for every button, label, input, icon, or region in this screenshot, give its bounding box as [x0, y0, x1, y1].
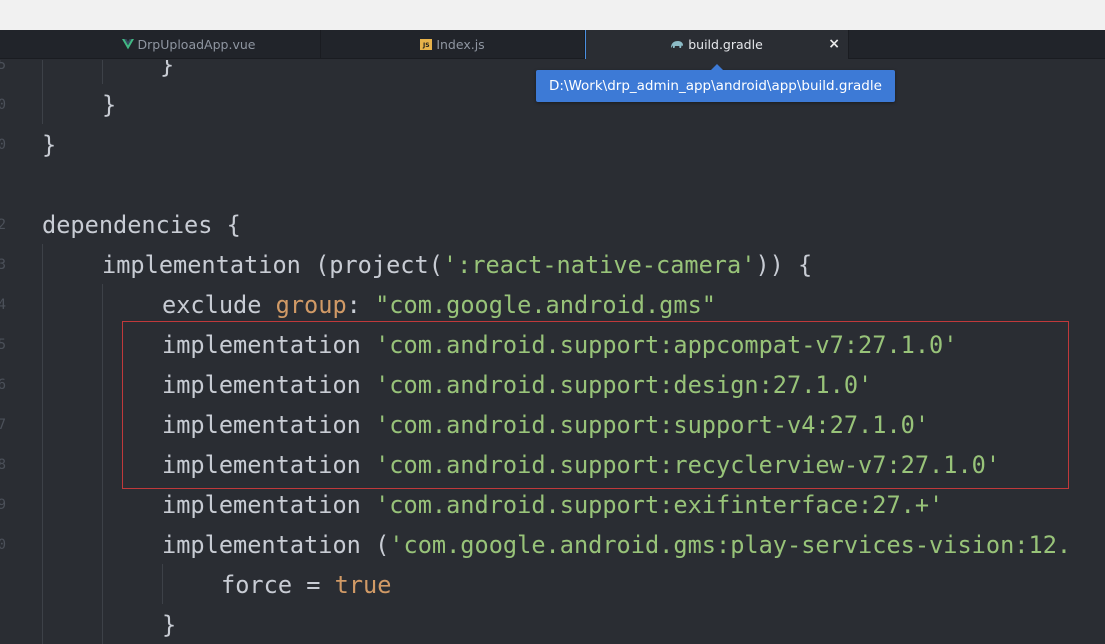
- line-number: 9: [0, 497, 6, 513]
- tab-drpuploadapp-vue[interactable]: DrpUploadApp.vue: [57, 30, 321, 59]
- tab-label: Index.js: [436, 37, 485, 52]
- js-file-icon: JS: [420, 39, 433, 50]
- file-path-tooltip: D:\Work\drp_admin_app\android\app\build.…: [536, 64, 895, 102]
- line-number: 0: [0, 537, 6, 553]
- window-top-bar: [0, 0, 1105, 30]
- line-number: 8: [0, 457, 6, 473]
- tab-label: DrpUploadApp.vue: [137, 37, 256, 52]
- line-number: 6: [0, 377, 6, 393]
- annotation-highlight-box: [122, 321, 1069, 489]
- tab-label: build.gradle: [688, 37, 763, 52]
- indent-guide: [102, 284, 103, 644]
- editor-tab-bar: DrpUploadApp.vue JS Index.js build.gradl…: [0, 30, 1105, 59]
- line-number: 2: [0, 217, 6, 233]
- line-number: 4: [0, 297, 6, 313]
- code-line: implementation 'com.android.support:exif…: [162, 491, 944, 519]
- code-line: force = true: [221, 571, 392, 599]
- line-number: 7: [0, 417, 6, 433]
- code-line: dependencies {: [42, 211, 241, 239]
- indent-guide: [42, 244, 43, 644]
- gradle-elephant-icon: [670, 39, 684, 50]
- line-number: 5: [0, 337, 6, 353]
- vue-icon: [121, 39, 134, 50]
- indent-guide: [102, 60, 103, 84]
- code-line: exclude group: "com.google.android.gms": [162, 291, 717, 319]
- line-number: 3: [0, 257, 6, 273]
- tab-index-js[interactable]: JS Index.js: [321, 30, 585, 59]
- indent-guide: [42, 60, 43, 124]
- line-number: 0: [0, 137, 6, 153]
- code-line: implementation ('com.google.android.gms:…: [162, 531, 1072, 559]
- close-icon[interactable]: ×: [828, 36, 840, 52]
- line-number: 5: [0, 60, 6, 73]
- code-line: }: [162, 611, 177, 639]
- line-number: 0: [0, 97, 6, 113]
- code-line: }: [102, 91, 117, 119]
- tab-build-gradle[interactable]: build.gradle ×: [585, 30, 849, 59]
- indent-guide: [162, 564, 163, 604]
- code-line: implementation (project(':react-native-c…: [102, 251, 813, 279]
- code-line: }: [42, 131, 57, 159]
- code-line: }: [160, 60, 175, 79]
